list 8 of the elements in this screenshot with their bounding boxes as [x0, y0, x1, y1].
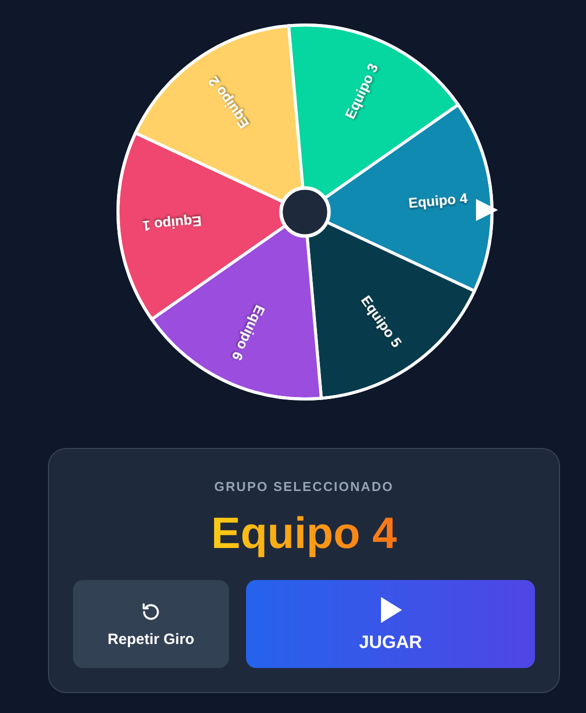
segment-label: Equipo 4 — [408, 190, 468, 211]
segment-label: Equipo 1 — [142, 213, 202, 234]
play-button[interactable]: JUGAR — [246, 580, 535, 668]
play-icon — [378, 596, 402, 624]
respin-button[interactable]: Repetir Giro — [73, 580, 229, 668]
rotate-icon — [140, 600, 162, 622]
result-caption: GRUPO SELECCIONADO — [213, 479, 395, 494]
wheel-hub — [279, 186, 331, 238]
